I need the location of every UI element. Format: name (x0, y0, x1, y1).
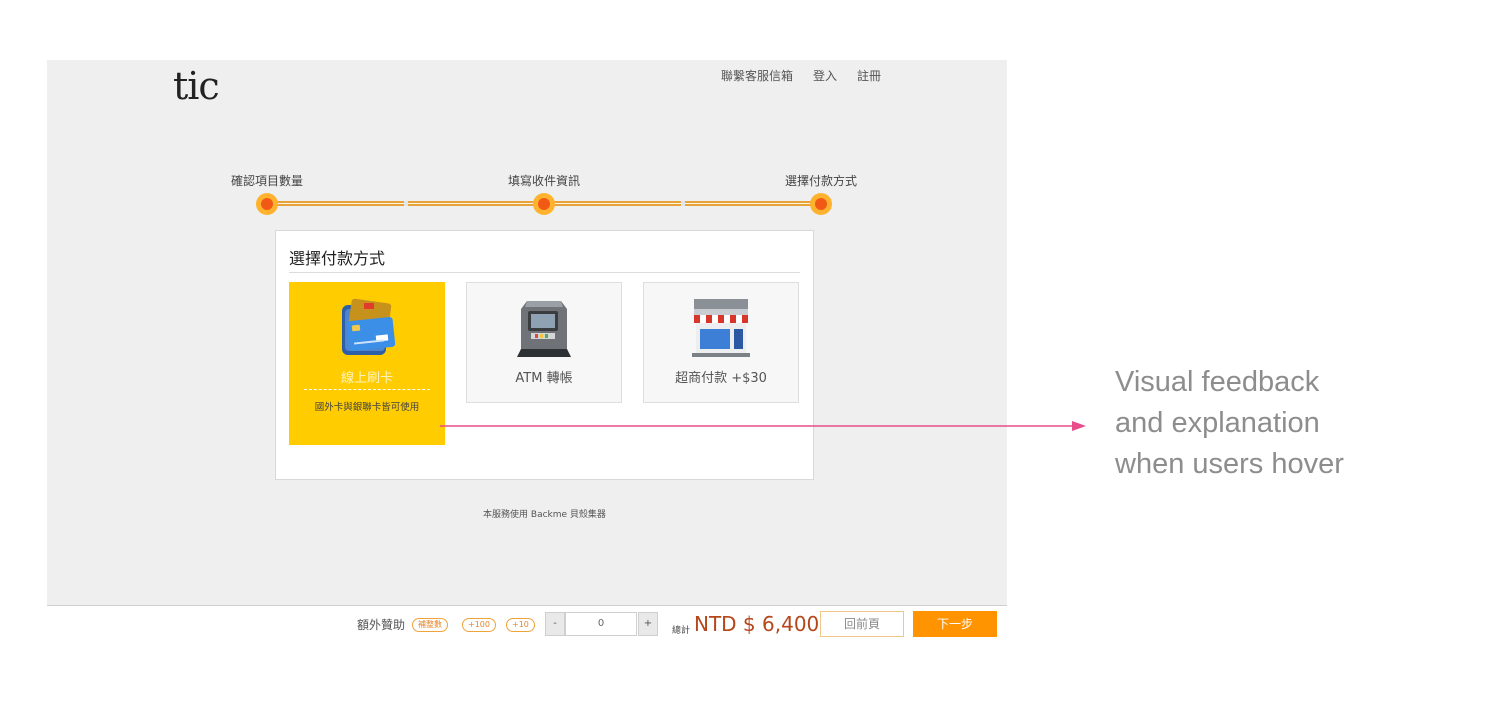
payment-option-atm[interactable]: ATM 轉帳 (466, 282, 622, 403)
next-step-button[interactable]: 下一步 (913, 611, 997, 637)
bottom-action-bar: 額外贊助 補整數 +100 +10 - 0 + 總計 NTD $ 6,400 回… (47, 606, 1007, 646)
option-divider (304, 389, 430, 390)
service-footnote: 本服務使用 Backme 貝殼集器 (483, 510, 606, 520)
payment-option-note: 國外卡與銀聯卡皆可使用 (314, 402, 420, 413)
extra-sponsor-label: 額外贊助 (357, 618, 406, 632)
panel-title: 選擇付款方式 (289, 245, 800, 273)
sponsor-amount-input[interactable]: 0 (565, 612, 637, 636)
atm-machine-icon (467, 295, 621, 361)
step-dot-confirm (256, 193, 278, 215)
annotation-line: when users hover (1115, 448, 1344, 480)
add-10-pill[interactable]: +10 (506, 618, 535, 632)
payment-option-credit-card[interactable]: 線上刷卡 國外卡與銀聯卡皆可使用 (289, 282, 445, 445)
total-amount: NTD $ 6,400 (694, 612, 820, 636)
payment-option-convenience-store[interactable]: 超商付款 +$30 (643, 282, 799, 403)
screenshot-stage: tic 聯繫客服信箱 登入 註冊 確認項目數量 填寫收件資訊 選擇付款方式 選擇… (0, 0, 1506, 704)
annotation-line: Visual feedback (1115, 366, 1320, 398)
step-label-payment: 選擇付款方式 (784, 174, 858, 188)
back-button[interactable]: 回前頁 (820, 611, 904, 637)
payment-option-label: ATM 轉帳 (515, 371, 573, 386)
progress-separator (681, 201, 685, 206)
convenience-store-icon (644, 295, 798, 361)
credit-card-wallet-icon (290, 295, 444, 361)
progress-steps: 確認項目數量 填寫收件資訊 選擇付款方式 (47, 60, 1007, 220)
annotation-arrow (440, 421, 1086, 431)
step-label-confirm: 確認項目數量 (230, 174, 304, 188)
checkout-app: tic 聯繫客服信箱 登入 註冊 確認項目數量 填寫收件資訊 選擇付款方式 選擇… (47, 60, 1007, 605)
annotation-text: Visual feedback and explanation when use… (1115, 362, 1344, 485)
annotation-line: and explanation (1115, 407, 1320, 439)
step-label-shipping: 填寫收件資訊 (507, 174, 581, 188)
payment-option-label: 線上刷卡 (340, 371, 393, 386)
round-up-pill[interactable]: 補整數 (412, 618, 448, 632)
total-label: 總計 (672, 626, 691, 636)
payment-panel: 選擇付款方式 線上刷卡 國外卡與銀聯卡皆可使用 ATM 轉帳 超商付款 +$30 (275, 230, 814, 480)
decrement-button[interactable]: - (545, 612, 565, 636)
step-dot-shipping (533, 193, 555, 215)
payment-option-label: 超商付款 +$30 (675, 371, 767, 386)
add-100-pill[interactable]: +100 (462, 618, 496, 632)
step-dot-payment (810, 193, 832, 215)
increment-button[interactable]: + (638, 612, 658, 636)
progress-separator (404, 201, 408, 206)
